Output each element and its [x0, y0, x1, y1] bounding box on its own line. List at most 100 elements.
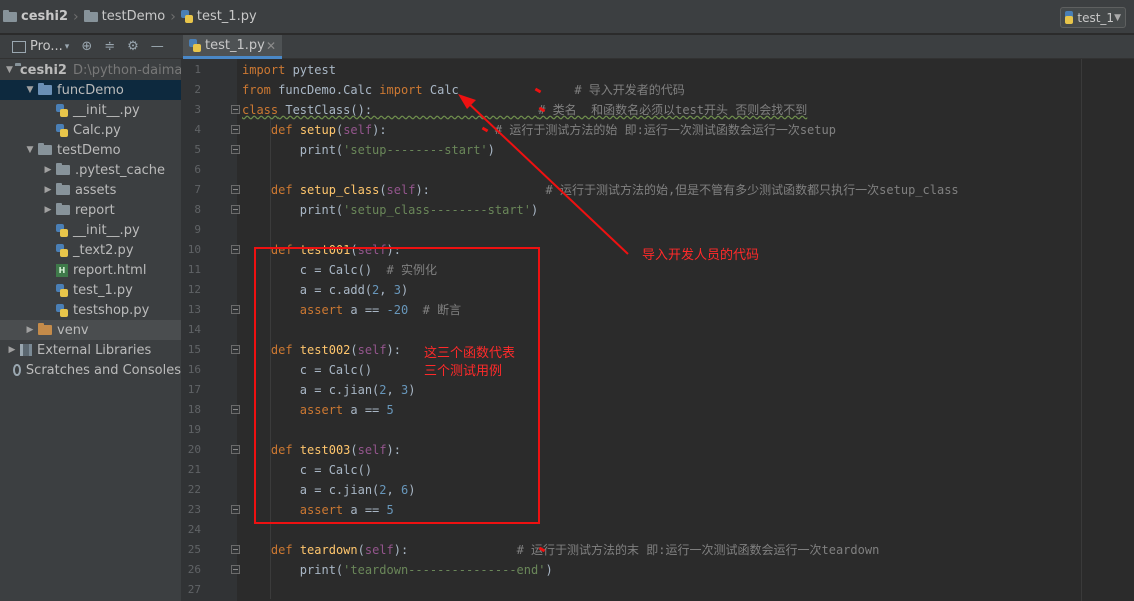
code-token: import [379, 83, 423, 97]
breadcrumb-folder[interactable]: testDemo [81, 0, 169, 34]
fold-marker-icon[interactable] [231, 245, 240, 254]
code-token: class [242, 103, 279, 117]
fold-marker-icon[interactable] [231, 565, 240, 574]
tree-item-label: __init__.py [73, 102, 140, 118]
python-file-icon [180, 10, 193, 23]
chevron-right-icon[interactable]: ▶ [42, 205, 54, 215]
code-token: def [270, 543, 293, 557]
tree-item-label: test_1.py [73, 282, 133, 298]
tree-item[interactable]: ▼ ceshi2 D:\python-daima [0, 60, 181, 80]
tree-item[interactable]: ▶ venv [0, 320, 181, 340]
fold-marker-icon[interactable] [231, 305, 240, 314]
folder-icon [56, 183, 70, 195]
code-line: import pytest [242, 60, 336, 80]
code-token: 'setup_class--------start' [343, 203, 531, 217]
project-tree: ▼ ceshi2 D:\python-daima ▼ funcDemo __init__.… [0, 59, 181, 601]
code-token: import [242, 63, 286, 77]
chevron-down-icon[interactable]: ▼ [24, 85, 36, 95]
close-icon[interactable]: ✕ [266, 39, 276, 53]
code-token: teardown [299, 543, 358, 557]
breadcrumb-file-label: test_1.py [196, 9, 257, 24]
fold-marker-icon[interactable] [231, 185, 240, 194]
hide-icon[interactable]: — [151, 39, 164, 54]
project-toolwindow-header: Pro... ▾ ⊕ ≑ ⚙ — [0, 35, 181, 59]
tree-item-label: testshop.py [73, 302, 150, 318]
code-token: Calc [422, 83, 575, 97]
line-number: 17 [187, 383, 201, 396]
breadcrumb-project[interactable]: ceshi2 [0, 0, 71, 34]
locate-icon[interactable]: ⊕ [81, 39, 92, 54]
code-token: TestClass(): [278, 103, 539, 117]
chevron-right-icon[interactable]: ▶ [6, 345, 18, 355]
fold-marker-icon[interactable] [231, 125, 240, 134]
fold-marker-icon[interactable] [231, 505, 240, 514]
tree-item[interactable]: ▼ testDemo [0, 140, 181, 160]
code-token: self [364, 543, 394, 557]
run-configuration-selector[interactable]: test_1 ▼ [1060, 7, 1126, 28]
breadcrumb-file[interactable]: test_1.py [178, 0, 260, 34]
code-token: ( [357, 543, 365, 557]
fold-marker-icon[interactable] [231, 405, 240, 414]
html-file-icon: H [56, 263, 68, 277]
breadcrumb-project-label: ceshi2 [21, 9, 69, 24]
fold-marker-icon[interactable] [231, 205, 240, 214]
python-file-icon [56, 303, 68, 317]
chevron-right-icon[interactable]: ▶ [42, 185, 54, 195]
chevron-right-icon[interactable]: ▶ [24, 325, 36, 335]
collapse-all-icon[interactable]: ≑ [104, 39, 115, 54]
tree-item[interactable]: Scratches and Consoles [0, 360, 181, 380]
breadcrumb-folder-label: testDemo [101, 9, 166, 24]
code-token: ): [393, 543, 517, 557]
line-number: 14 [187, 323, 201, 336]
code-line: from funcDemo.Calc import Calc # 导入开发者的代… [242, 80, 685, 100]
tree-item[interactable]: _text2.py [0, 240, 181, 260]
chevron-right-icon[interactable]: ▶ [42, 165, 54, 175]
line-number: 23 [187, 503, 201, 516]
tree-item[interactable]: __init__.py [0, 100, 181, 120]
tree-item-label: .pytest_cache [75, 162, 166, 178]
annotation-arrow-label: 导入开发人员的代码 [642, 248, 760, 263]
project-view-icon [12, 40, 26, 53]
line-number: 5 [194, 143, 201, 156]
code-line: class TestClass(): # 类名 和函数名必须以test开头 否则… [242, 100, 807, 120]
fold-marker-icon[interactable] [231, 345, 240, 354]
tree-item[interactable]: ▶ External Libraries [0, 340, 181, 360]
line-number: 20 [187, 443, 201, 456]
tree-item[interactable]: __init__.py [0, 220, 181, 240]
tab-test-1-py[interactable]: test_1.py ✕ [183, 35, 282, 59]
annotation-box [254, 247, 540, 524]
tree-item-label: funcDemo [57, 82, 124, 98]
fold-marker-icon[interactable] [231, 105, 240, 114]
fold-marker-icon[interactable] [231, 545, 240, 554]
tree-item[interactable]: Calc.py [0, 120, 181, 140]
tree-item[interactable]: ▶ .pytest_cache [0, 160, 181, 180]
gear-icon[interactable]: ⚙ [127, 39, 139, 54]
tree-item-label: External Libraries [37, 342, 152, 358]
tree-item[interactable]: test_1.py [0, 280, 181, 300]
chevron-down-icon[interactable]: ▼ [24, 145, 36, 155]
project-view-selector[interactable]: Pro... [30, 39, 63, 54]
fold-marker-icon[interactable] [231, 445, 240, 454]
chevron-down-icon[interactable]: ▾ [65, 42, 70, 52]
line-number: 9 [194, 223, 201, 236]
tree-item[interactable]: ▶ report [0, 200, 181, 220]
code-token: def [270, 183, 293, 197]
fold-marker-icon[interactable] [231, 145, 240, 154]
chevron-down-icon[interactable]: ▼ [6, 65, 13, 75]
code-token: ( [379, 183, 387, 197]
tree-item[interactable]: Hreport.html [0, 260, 181, 280]
line-number: 21 [187, 463, 201, 476]
tree-item[interactable]: testshop.py [0, 300, 181, 320]
tree-item[interactable]: ▶ assets [0, 180, 181, 200]
code-token: print( [242, 203, 344, 217]
line-number: 19 [187, 423, 201, 436]
tree-item-label: __init__.py [73, 222, 140, 238]
python-file-icon [56, 123, 68, 137]
line-number: 24 [187, 523, 201, 536]
tree-item[interactable]: ▼ funcDemo [0, 80, 181, 100]
